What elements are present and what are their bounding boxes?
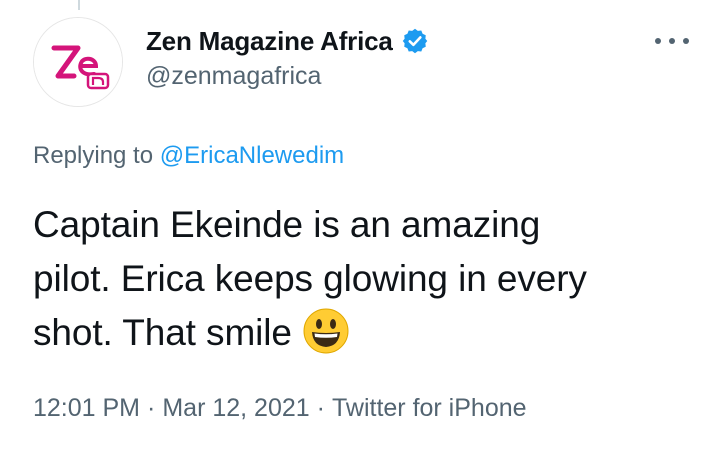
zen-logo-icon bbox=[34, 18, 122, 106]
tweet-text-line-last: shot. That smile bbox=[33, 306, 693, 360]
grinning-face-emoji-icon bbox=[302, 307, 350, 355]
replying-to-label: Replying to bbox=[33, 142, 154, 169]
dot bbox=[655, 38, 661, 44]
avatar[interactable] bbox=[33, 17, 123, 107]
meta-separator: · bbox=[316, 394, 325, 422]
dot bbox=[669, 38, 675, 44]
tweet-text: Captain Ekeinde is an amazing pilot. Eri… bbox=[33, 198, 693, 360]
tweet-date[interactable]: Mar 12, 2021 bbox=[162, 394, 309, 422]
more-options-icon[interactable] bbox=[655, 34, 689, 48]
reply-mention-link[interactable]: @EricaNlewedim bbox=[160, 142, 344, 169]
tweet[interactable]: Zen Magazine Africa @zenmagafrica Replyi… bbox=[0, 0, 720, 451]
replying-to: Replying to @EricaNlewedim bbox=[33, 142, 344, 170]
tweet-text-line: pilot. Erica keeps glowing in every bbox=[33, 258, 587, 299]
tweet-source[interactable]: Twitter for iPhone bbox=[332, 394, 527, 422]
tweet-meta: 12:01 PM · Mar 12, 2021 · Twitter for iPhone bbox=[33, 394, 527, 423]
user-handle[interactable]: @zenmagafrica bbox=[146, 62, 429, 91]
meta-separator: · bbox=[147, 394, 156, 422]
display-name[interactable]: Zen Magazine Africa bbox=[146, 26, 393, 57]
user-info: Zen Magazine Africa @zenmagafrica bbox=[146, 24, 429, 91]
thread-connector-line bbox=[78, 0, 80, 10]
tweet-text-line: Captain Ekeinde is an amazing bbox=[33, 204, 541, 245]
verified-badge-icon bbox=[401, 27, 429, 55]
tweet-time[interactable]: 12:01 PM bbox=[33, 394, 140, 422]
dot bbox=[683, 38, 689, 44]
display-name-row: Zen Magazine Africa bbox=[146, 24, 429, 58]
tweet-text-last-segment: shot. That smile bbox=[33, 312, 292, 353]
